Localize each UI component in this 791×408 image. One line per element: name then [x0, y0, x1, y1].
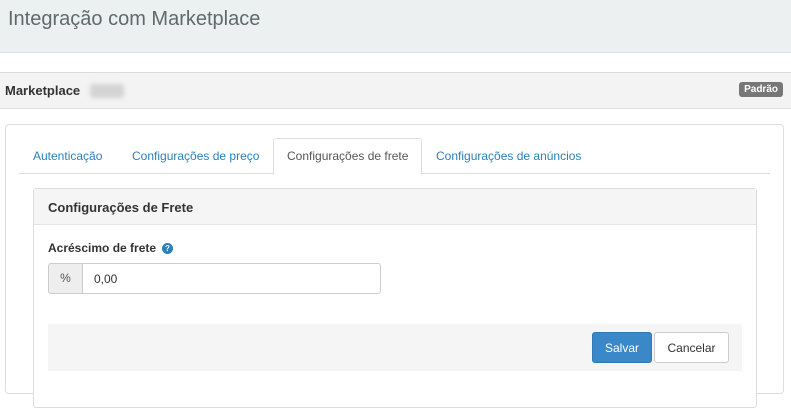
section-header: Configurações de Frete [34, 189, 756, 225]
cancel-button[interactable]: Cancelar [654, 332, 729, 363]
marketplace-label: Marketplace [5, 83, 81, 98]
question-circle-icon[interactable]: ? [162, 243, 173, 254]
tab-shipping-settings[interactable]: Configurações de frete [273, 138, 423, 175]
page-header: Integração com Marketplace [0, 0, 791, 53]
shipping-surcharge-input[interactable] [82, 263, 381, 294]
marketplace-bar: Marketplace Padrão [0, 72, 791, 109]
form-actions: Salvar Cancelar [48, 324, 742, 371]
tab-price-settings[interactable]: Configurações de preço [118, 138, 273, 174]
marketplace-name-redacted [90, 84, 124, 98]
settings-panel: Autenticação Configurações de preço Conf… [5, 124, 784, 408]
percent-addon: % [48, 263, 83, 294]
save-button[interactable]: Salvar [592, 332, 652, 363]
tab-bar: Autenticação Configurações de preço Conf… [19, 138, 770, 175]
shipping-surcharge-label: Acréscimo de frete [48, 241, 157, 255]
tab-authentication[interactable]: Autenticação [19, 138, 116, 174]
tab-listing-settings[interactable]: Configurações de anúncios [422, 138, 595, 174]
shipping-surcharge-input-group: % [48, 263, 381, 294]
shipping-settings-section: Configurações de Frete Acréscimo de fret… [33, 188, 757, 408]
page-title: Integração com Marketplace [8, 8, 261, 30]
default-badge: Padrão [739, 82, 783, 97]
section-title: Configurações de Frete [48, 200, 194, 215]
